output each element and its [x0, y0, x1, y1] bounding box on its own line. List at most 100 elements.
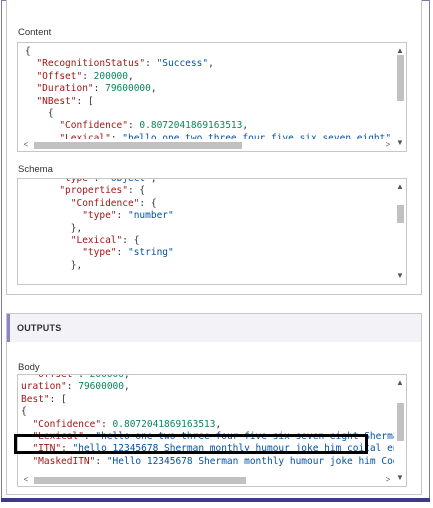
code-token: {	[25, 107, 54, 119]
content-vertical-scrollbar[interactable]: ▲ ▼	[394, 43, 406, 151]
code-token: :	[127, 120, 140, 132]
body-horizontal-scrollbar[interactable]: < >	[18, 474, 394, 486]
body-vertical-scrollbar[interactable]: ▲ ▼	[394, 375, 406, 486]
schema-code-editor[interactable]: "type": "object", "properties": { "Confi…	[17, 178, 407, 285]
code-token: "Confidence"	[32, 418, 102, 430]
body-code-editor[interactable]: "Offset": 200000, uration": 79600000, Best…	[17, 374, 407, 487]
scroll-left-icon[interactable]: <	[20, 139, 32, 151]
body-code-text: "Offset": 200000, uration": 79600000, Best…	[18, 374, 394, 486]
code-token: "type"	[59, 178, 94, 184]
code-token: "ITN"	[32, 443, 62, 455]
code-token: :	[78, 374, 90, 380]
code-token: "Success"	[156, 58, 209, 70]
code-line: "MaskedITN": "Hello 12345678 Sherman mon…	[21, 456, 394, 468]
code-token: :	[66, 381, 79, 393]
body-label: Body	[18, 362, 40, 373]
code-token: ,	[215, 418, 222, 430]
inputs-card: Content { "RecognitionStatus": "Success"…	[6, 0, 422, 295]
outputs-header[interactable]: OUTPUTS	[7, 314, 421, 342]
code-token: "object"	[105, 178, 151, 184]
code-token: :	[116, 247, 128, 259]
body-horizontal-thumb[interactable]	[34, 477, 246, 484]
code-token: ,	[242, 120, 249, 132]
code-token: {	[25, 46, 31, 57]
code-line: {	[25, 46, 394, 58]
code-token: :	[82, 70, 94, 82]
scroll-right-icon[interactable]: >	[382, 474, 394, 486]
code-token: 200000	[89, 374, 124, 380]
scroll-down-icon[interactable]: ▼	[394, 137, 406, 149]
code-token: "string"	[127, 247, 174, 259]
code-line: "Duration": 79600000,	[25, 83, 394, 95]
code-token: "type"	[82, 247, 117, 259]
code-token: "RecognitionStatus"	[36, 58, 146, 70]
code-token: :	[116, 210, 128, 222]
schema-vertical-thumb[interactable]	[397, 205, 404, 223]
code-token: Best"	[21, 393, 50, 405]
code-token: "Lexical"	[32, 430, 84, 442]
content-code-text: { "RecognitionStatus": "Success", "Offse…	[18, 43, 394, 151]
code-token: : [	[49, 393, 67, 405]
content-horizontal-scrollbar[interactable]: < >	[18, 139, 394, 151]
code-line: },	[25, 223, 394, 235]
code-line: {	[21, 406, 394, 418]
code-token: "Lexical"	[70, 234, 123, 246]
code-token: ,	[150, 83, 157, 95]
code-line: "properties": {	[25, 185, 394, 197]
code-token: "hello one two three four five six seven…	[95, 430, 394, 442]
content-vertical-thumb[interactable]	[397, 55, 404, 101]
scroll-up-icon[interactable]: ▲	[394, 377, 406, 389]
outputs-card: OUTPUTS Body "Offset": 200000, uration": …	[6, 313, 422, 495]
code-line: "type": "number"	[25, 210, 394, 222]
scroll-left-icon[interactable]: <	[20, 474, 32, 486]
code-token: "Confidence"	[59, 120, 128, 132]
code-token: :	[61, 443, 73, 455]
content-horizontal-thumb[interactable]	[34, 142, 242, 149]
code-token: :	[93, 178, 106, 184]
code-token: 200000	[93, 70, 128, 82]
code-token: ,	[128, 70, 134, 82]
schema-vertical-scrollbar[interactable]: ▲ ▼	[394, 179, 406, 284]
code-token: :	[95, 455, 107, 467]
code-token: :	[83, 430, 96, 442]
content-code-editor[interactable]: { "RecognitionStatus": "Success", "Offse…	[17, 42, 407, 152]
code-token: : {	[127, 185, 146, 197]
code-line: "Lexical": "hello one two three four fiv…	[21, 431, 394, 443]
code-token: },	[25, 259, 83, 271]
code-line: "Lexical": {	[25, 235, 394, 247]
body-vertical-thumb[interactable]	[397, 403, 404, 441]
code-line: "type": "object",	[25, 178, 394, 185]
code-token: "Hello 12345678 Sherman monthly humour j…	[106, 455, 394, 467]
scroll-down-icon[interactable]: ▼	[394, 472, 406, 484]
code-token: 79600000	[105, 83, 151, 95]
code-token: "MaskedITN"	[32, 455, 96, 467]
scroll-down-icon[interactable]: ▼	[394, 270, 406, 282]
content-label: Content	[18, 27, 52, 38]
code-token: : {	[139, 197, 157, 209]
scroll-up-icon[interactable]: ▲	[394, 181, 406, 193]
code-token: ,	[208, 58, 214, 70]
code-line: uration": 79600000,	[21, 381, 394, 393]
code-token: 0.8072041869163513	[112, 418, 216, 430]
code-token: 79600000	[78, 381, 124, 393]
code-token: {	[21, 406, 27, 418]
code-line: "Confidence": 0.8072041869163513,	[25, 120, 394, 132]
scroll-right-icon[interactable]: >	[382, 139, 394, 151]
code-token: :	[93, 83, 106, 95]
code-line: "Offset": 200000,	[25, 71, 394, 83]
code-token: "Duration"	[36, 83, 94, 95]
code-token: :	[101, 418, 113, 430]
code-line: "type": "string"	[25, 247, 394, 259]
code-line: Best": [	[21, 394, 394, 406]
schema-code-text: "type": "object", "properties": { "Confi…	[18, 178, 394, 284]
code-token: "number"	[127, 210, 174, 222]
code-token: "hello 12345678 Sherman monthly humour j…	[72, 443, 394, 455]
